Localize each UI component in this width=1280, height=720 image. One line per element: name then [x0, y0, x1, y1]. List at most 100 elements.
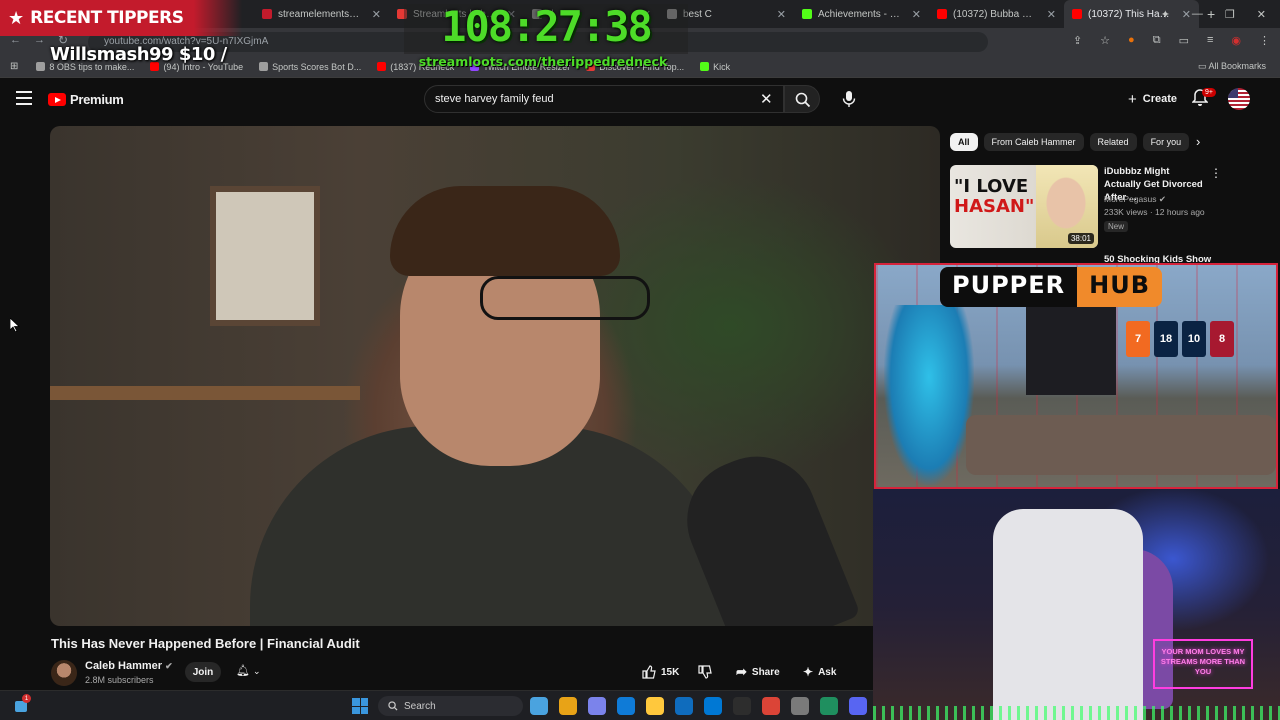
apps-grid-icon[interactable]: ⊞ [0, 61, 28, 72]
clear-search-icon[interactable]: ✕ [760, 90, 773, 108]
filter-chip[interactable]: Related [1089, 133, 1137, 151]
close-tab-icon[interactable]: ✕ [912, 8, 921, 21]
jersey: 18 [1154, 321, 1178, 357]
channel-avatar[interactable] [51, 660, 77, 686]
jersey-wall: 7 18 10 8 [1126, 321, 1234, 357]
bell-icon: 🔔︎ [236, 665, 250, 677]
bookmark-star-icon[interactable]: ☆ [1100, 34, 1110, 47]
taskbar-app-icon[interactable] [588, 697, 606, 715]
create-button[interactable]: + Create [1118, 87, 1187, 111]
taskbar-app-icon[interactable] [791, 697, 809, 715]
search-icon [795, 92, 811, 108]
rec-channel-name[interactable]: MorePegasus ✔ [1104, 194, 1166, 205]
voice-search-button[interactable] [836, 86, 862, 112]
subscription-bell-button[interactable]: 🔔︎ ⌄ [236, 664, 261, 677]
taskbar-app-icon[interactable] [559, 697, 577, 715]
guide-menu-icon[interactable] [16, 91, 32, 105]
taskbar-app-icon[interactable] [849, 697, 867, 715]
rec-channel-text: MorePegasus [1104, 194, 1157, 204]
windows-taskbar: 1 Search [0, 690, 873, 720]
create-label: Create [1142, 93, 1178, 105]
window-controls: ✦ — ❐ ✕ [1161, 0, 1280, 28]
join-button[interactable]: Join [185, 662, 221, 682]
tab-title: best C [683, 8, 712, 20]
more-actions-icon[interactable]: ⋮ [1210, 166, 1222, 180]
filter-chip[interactable]: All [950, 133, 978, 151]
chips-next-icon[interactable]: › [1196, 134, 1200, 149]
tab-title: streamelements - rippedr [278, 8, 362, 20]
puzzle-icon[interactable]: ⧉ [1153, 34, 1161, 47]
close-tab-icon[interactable]: ✕ [372, 8, 381, 21]
extension-icon[interactable]: ● [1128, 34, 1135, 47]
filter-chip[interactable]: From Caleb Hammer [983, 133, 1084, 151]
channel-name[interactable]: Caleb Hammer ✔ [85, 660, 173, 672]
share-label: Share [751, 666, 780, 678]
taskbar-app-icon[interactable] [617, 697, 635, 715]
star-icon: ★ [8, 7, 25, 28]
bookmark-item[interactable]: Kick [692, 62, 738, 72]
filter-chip[interactable]: For you [1142, 133, 1190, 151]
new-badge: New [1104, 221, 1129, 232]
taskbar-app-icon[interactable] [675, 697, 693, 715]
wall-frame [210, 186, 320, 326]
verified-icon: ✔ [165, 661, 173, 671]
windows-start-icon[interactable] [352, 698, 368, 714]
close-tab-icon[interactable]: ✕ [1047, 8, 1056, 21]
share-button[interactable]: ➦ Share [728, 661, 788, 683]
rec-thumbnail[interactable]: "I LOVE HASAN" 38:01 [950, 165, 1098, 248]
browser-tab[interactable]: (10372) Bubba Shot The ✕ [929, 0, 1064, 28]
media-icon[interactable]: ≡ [1207, 34, 1213, 47]
tab-list: streamelements - rippedr✕Streamloots | T… [254, 0, 1199, 28]
video-player[interactable] [50, 126, 940, 626]
bookmark-favicon [700, 62, 710, 71]
taskbar-app-icon[interactable] [646, 697, 664, 715]
hub-logo-text: HUB [1077, 267, 1163, 307]
taskbar-search-label: Search [404, 700, 436, 712]
taskbar-app-icon[interactable] [762, 697, 780, 715]
account-avatar[interactable] [1228, 88, 1250, 110]
youtube-logo[interactable]: Premium [48, 92, 124, 107]
maximize-button[interactable]: ❐ [1225, 8, 1235, 21]
tab-favicon [262, 9, 272, 19]
taskbar-search-box[interactable]: Search [378, 696, 523, 716]
jersey: 8 [1210, 321, 1234, 357]
close-tab-icon[interactable]: ✕ [777, 8, 786, 21]
mouse-cursor-icon [10, 318, 20, 332]
extensions-icon[interactable]: ✦ [1161, 8, 1170, 21]
bookmark-favicon [259, 62, 269, 71]
pupper-logo-text: PUPPER [940, 267, 1078, 307]
browser-tab[interactable]: Achievements - Kick Dash ✕ [794, 0, 929, 28]
plus-icon: + [1128, 90, 1137, 108]
video-person-hair [390, 186, 620, 276]
sidepanel-icon[interactable]: ▭ [1179, 34, 1189, 47]
youtube-play-icon [48, 93, 66, 106]
taskbar-app-icon[interactable] [704, 697, 722, 715]
ask-button[interactable]: ✦ Ask [795, 661, 844, 683]
couch [966, 415, 1276, 475]
menu-kebab-icon[interactable]: ⋮ [1259, 34, 1270, 47]
all-bookmarks-button[interactable]: ▭ All Bookmarks [1198, 61, 1266, 72]
subscriber-count: 2.8M subscribers [85, 675, 154, 685]
dislike-button[interactable] [690, 661, 720, 683]
channel-name-text: Caleb Hammer [85, 660, 163, 672]
bookmark-label: Sports Scores Bot D... [272, 61, 362, 72]
search-input[interactable]: steve harvey family feud [424, 85, 784, 113]
led-lights [873, 706, 1280, 720]
youtube-header: Premium steve harvey family feud ✕ + Cre… [0, 80, 1280, 120]
bookmark-item[interactable]: Sports Scores Bot D... [251, 62, 369, 72]
white-costume-figure [993, 509, 1143, 720]
like-button[interactable]: 15K [634, 661, 687, 683]
taskbar-app-icon[interactable] [530, 697, 548, 715]
search-button[interactable] [784, 85, 820, 113]
pupper-hub-logo: PUPPER HUB [940, 266, 1163, 308]
minimize-button[interactable]: — [1192, 8, 1203, 20]
profile-icon[interactable]: ◉ [1231, 34, 1241, 47]
browser-tab[interactable]: streamelements - rippedr ✕ [254, 0, 389, 28]
close-window-button[interactable]: ✕ [1257, 8, 1266, 21]
curtain [1026, 305, 1116, 395]
taskbar-app-icon[interactable] [820, 697, 838, 715]
toolbar-icons: ⇪ ☆ ● ⧉ ▭ ≡ ◉ ⋮ [1073, 34, 1270, 47]
cast-icon[interactable]: ⇪ [1073, 34, 1082, 47]
notification-count-badge: 9+ [1202, 88, 1216, 97]
taskbar-app-icon[interactable] [733, 697, 751, 715]
